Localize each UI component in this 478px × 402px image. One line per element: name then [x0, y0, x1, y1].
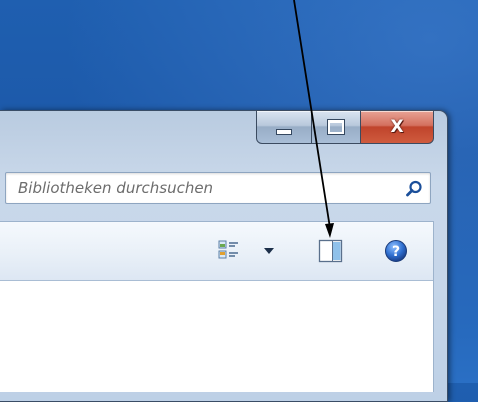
- search-input[interactable]: Bibliotheken durchsuchen: [5, 172, 431, 204]
- chevron-down-icon[interactable]: [264, 248, 274, 254]
- content-pane: ?: [0, 221, 434, 392]
- minimize-icon: [276, 129, 292, 135]
- maximize-button[interactable]: [311, 110, 361, 144]
- help-icon[interactable]: ?: [384, 239, 408, 263]
- preview-pane-icon[interactable]: [318, 238, 344, 264]
- maximize-icon: [327, 119, 345, 135]
- search-placeholder: Bibliotheken durchsuchen: [18, 179, 214, 197]
- svg-text:?: ?: [392, 244, 400, 260]
- views-icon[interactable]: [218, 240, 240, 260]
- close-icon: X: [390, 117, 404, 137]
- caption-buttons: X: [256, 110, 434, 144]
- close-button[interactable]: X: [360, 110, 434, 144]
- minimize-button[interactable]: [256, 110, 312, 144]
- search-icon[interactable]: [404, 179, 424, 199]
- command-bar: ?: [0, 222, 433, 281]
